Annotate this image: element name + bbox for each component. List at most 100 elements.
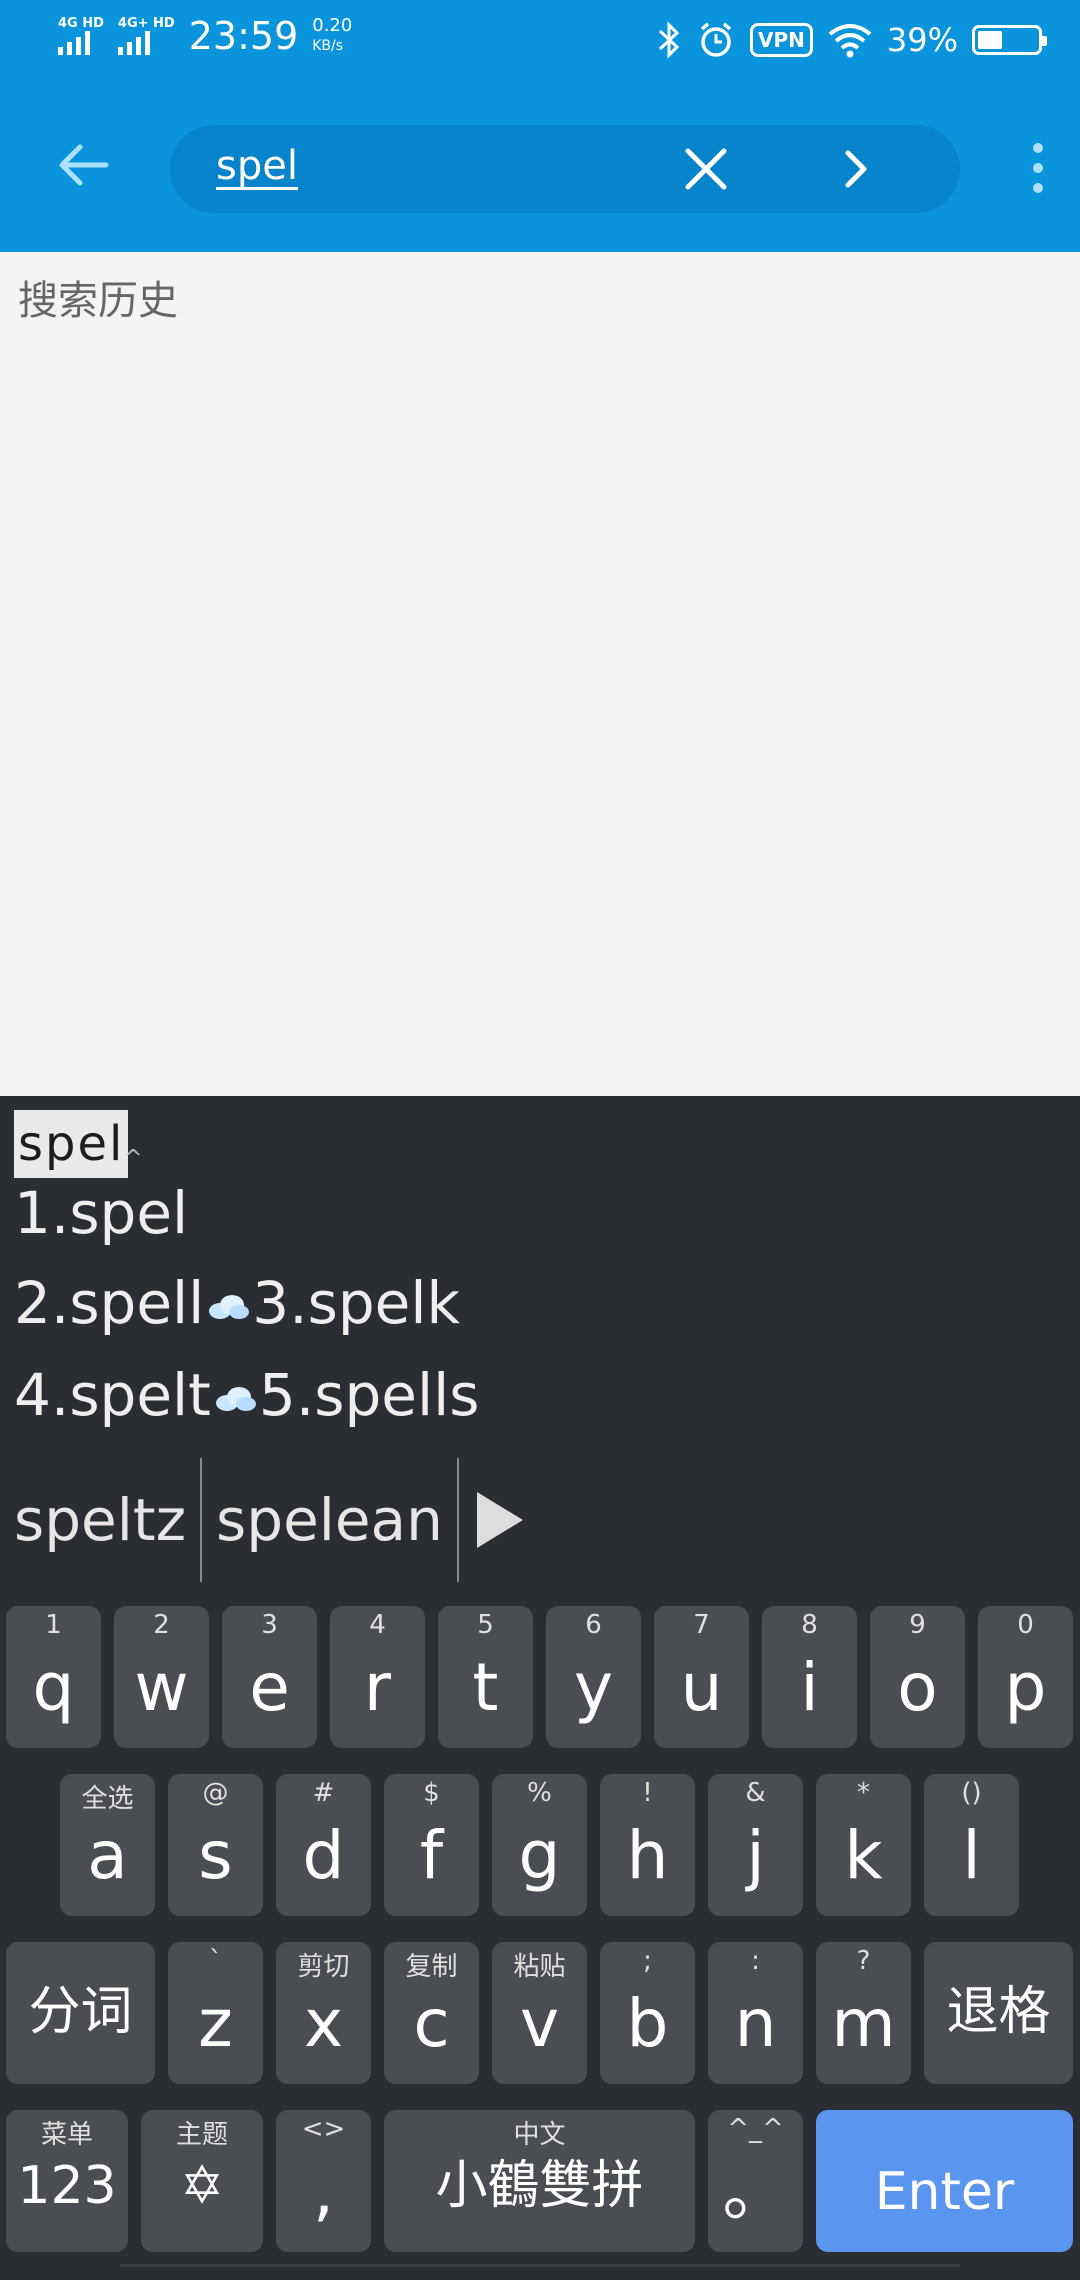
key-i[interactable]: 8i: [762, 1606, 857, 1748]
battery-icon: [972, 25, 1047, 55]
star-of-david-icon: ✡: [180, 2156, 224, 2216]
enter-key[interactable]: Enter: [816, 2110, 1073, 2252]
key-main: b: [626, 1985, 669, 2062]
app-bar: spel: [0, 80, 1080, 252]
key-e[interactable]: 3e: [222, 1606, 317, 1748]
key-main: x: [303, 1985, 344, 2062]
key-g[interactable]: % g: [492, 1774, 587, 1916]
segment-key[interactable]: 分词: [6, 1942, 155, 2084]
key-sub: 2: [153, 1610, 170, 1640]
key-main: c: [413, 1985, 450, 2062]
key-sub: !: [642, 1778, 653, 1808]
key-y[interactable]: 6y: [546, 1606, 641, 1748]
candidate-4[interactable]: 4.spelt: [14, 1361, 211, 1429]
key-main: 小鶴雙拼: [435, 2156, 644, 2216]
key-main: g: [518, 1817, 561, 1894]
key-sub: ^_^: [727, 2114, 784, 2144]
key-sub: 1: [45, 1610, 62, 1640]
suggestion-item[interactable]: spelean: [202, 1486, 457, 1554]
key-h[interactable]: ! h: [600, 1774, 695, 1916]
key-x[interactable]: 剪切 x: [276, 1942, 371, 2084]
key-sub: ?: [856, 1946, 871, 1976]
key-sub: :: [751, 1946, 760, 1976]
suggestion-item[interactable]: speltz: [0, 1486, 200, 1554]
key-n[interactable]: :n: [708, 1942, 803, 2084]
close-icon[interactable]: [680, 143, 732, 195]
back-arrow-icon[interactable]: [52, 135, 112, 195]
key-sub: 3: [261, 1610, 278, 1640]
key-sub: %: [527, 1778, 552, 1808]
key-c[interactable]: 复制 c: [384, 1942, 479, 2084]
key-l[interactable]: () l: [924, 1774, 1019, 1916]
signal-bars-icon: [58, 31, 90, 55]
key-sub: 4: [369, 1610, 386, 1640]
key-a[interactable]: 全选 a: [60, 1774, 155, 1916]
candidate-1[interactable]: 1.spel: [14, 1179, 188, 1247]
divider: [456, 1458, 459, 1582]
key-main: 退格: [946, 1982, 1051, 2042]
menu-123-key[interactable]: 菜单 123: [6, 2110, 128, 2252]
comma-key[interactable]: <>,: [276, 2110, 371, 2252]
cloud-icon: [215, 1386, 256, 1411]
key-u[interactable]: 7u: [654, 1606, 749, 1748]
key-main: s: [198, 1817, 233, 1894]
sim2-label: 4G+ HD: [117, 16, 175, 31]
key-v[interactable]: 粘贴 v: [492, 1942, 587, 2084]
key-main: ,: [313, 2153, 334, 2230]
candidate-line-2: 2.spell 3.spelk: [14, 1268, 460, 1338]
key-t[interactable]: 5t: [438, 1606, 533, 1748]
space-key[interactable]: 中文 小鶴雙拼: [384, 2110, 695, 2252]
key-p[interactable]: 0p: [978, 1606, 1073, 1748]
key-sub: @: [202, 1778, 229, 1808]
candidate-3[interactable]: 3.spelk: [252, 1269, 460, 1337]
key-w[interactable]: 2w: [114, 1606, 209, 1748]
key-sub: <>: [301, 2114, 346, 2144]
key-z[interactable]: ` z: [168, 1942, 263, 2084]
signal-bars-icon: [117, 31, 150, 55]
key-k[interactable]: * k: [816, 1774, 911, 1916]
key-main: j: [746, 1817, 765, 1894]
search-input[interactable]: spel: [216, 143, 298, 189]
status-bar: 4G HD 4G+ HD 23:59 0.20 KB/s VPN 39%: [0, 0, 1080, 80]
expand-caret-icon[interactable]: ^: [124, 1146, 142, 1171]
key-main: y: [573, 1649, 614, 1726]
key-main: l: [962, 1817, 981, 1894]
key-d[interactable]: # d: [276, 1774, 371, 1916]
key-main: u: [680, 1649, 723, 1726]
key-r[interactable]: 4r: [330, 1606, 425, 1748]
key-sub: `: [209, 1946, 222, 1976]
key-s[interactable]: @ s: [168, 1774, 263, 1916]
key-b[interactable]: ; b: [600, 1942, 695, 2084]
key-sub: 7: [693, 1610, 710, 1640]
backspace-key[interactable]: 退格: [924, 1942, 1073, 2084]
net-speed-unit: KB/s: [312, 38, 344, 54]
period-key[interactable]: ^_^ 。: [708, 2110, 803, 2252]
net-speed-value: 0.20: [312, 15, 353, 36]
nav-hint-bar: [120, 2264, 960, 2267]
chevron-right-icon[interactable]: [830, 143, 882, 195]
key-main: 。: [722, 2153, 789, 2230]
key-f[interactable]: $ f: [384, 1774, 479, 1916]
theme-key[interactable]: 主题 ✡: [141, 2110, 263, 2252]
signal-sim2: 4G+ HD: [117, 16, 175, 55]
candidate-5[interactable]: 5.spells: [259, 1361, 480, 1429]
key-main: e: [249, 1649, 290, 1726]
bluetooth-icon: [658, 21, 680, 59]
play-icon[interactable]: [476, 1492, 523, 1548]
search-box[interactable]: spel: [170, 125, 960, 213]
key-main: f: [419, 1817, 444, 1894]
more-vert-icon[interactable]: [1018, 138, 1058, 198]
network-speed: 0.20 KB/s: [312, 16, 352, 56]
suggestion-bar: speltz spelean: [0, 1456, 523, 1584]
composition-text: spel: [14, 1110, 129, 1178]
key-sub: 6: [585, 1610, 602, 1640]
key-j[interactable]: & j: [708, 1774, 803, 1916]
search-history-title: 搜索历史: [18, 278, 178, 324]
key-main: Enter: [874, 2162, 1015, 2222]
key-q[interactable]: 1q: [6, 1606, 101, 1748]
key-o[interactable]: 9o: [870, 1606, 965, 1748]
key-main: t: [472, 1649, 499, 1726]
key-main: 分词: [28, 1982, 133, 2042]
candidate-2[interactable]: 2.spell: [14, 1269, 204, 1337]
key-m[interactable]: ? m: [816, 1942, 911, 2084]
